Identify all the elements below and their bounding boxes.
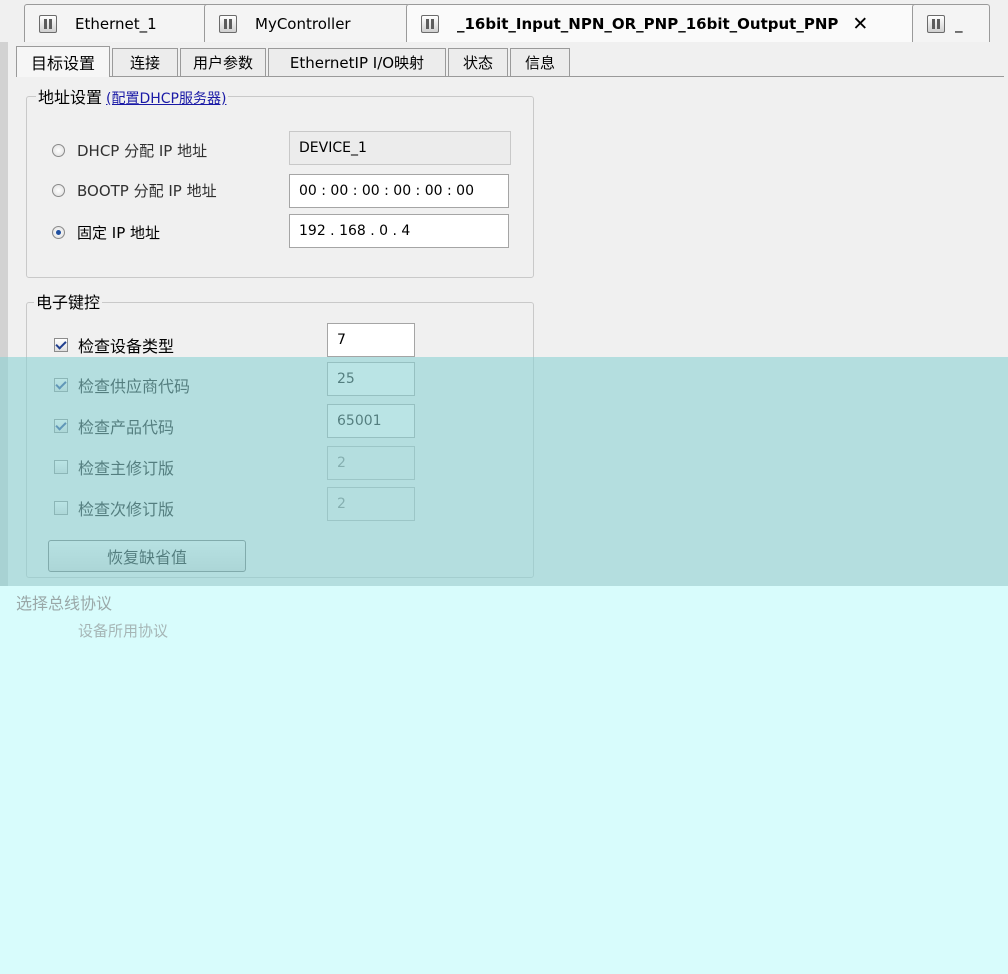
radio-button[interactable] bbox=[52, 184, 65, 197]
check-vendor-code[interactable]: 检查供应商代码 bbox=[54, 373, 190, 397]
vendor-code-field[interactable]: 25 bbox=[327, 362, 415, 396]
highlight-overlay-bottom bbox=[0, 586, 1008, 974]
radio-static-ip[interactable]: 固定 IP 地址 bbox=[52, 222, 160, 243]
device-module-icon bbox=[421, 14, 439, 33]
checkbox-checked[interactable] bbox=[54, 419, 68, 433]
static-ip-field[interactable]: 192 . 168 . 0 . 4 bbox=[289, 214, 509, 248]
tab-ethernetip-io-mapping[interactable]: EthernetIP I/O映射 bbox=[268, 48, 446, 76]
minor-revision-field: 2 bbox=[327, 487, 415, 521]
document-tab-bar: Ethernet_1 MyController _16bit_Input_NPN… bbox=[0, 0, 1008, 42]
check-label: 检查产品代码 bbox=[78, 418, 175, 437]
tab-target-settings[interactable]: 目标设置 bbox=[16, 46, 110, 77]
group-title-text: 地址设置 bbox=[38, 88, 103, 107]
dhcp-name-field[interactable]: DEVICE_1 bbox=[289, 131, 511, 165]
checkbox-checked[interactable] bbox=[54, 338, 68, 352]
radio-bootp[interactable]: BOOTP 分配 IP 地址 bbox=[52, 180, 217, 201]
checkbox-unchecked[interactable] bbox=[54, 501, 68, 515]
radio-dhcp[interactable]: DHCP 分配 IP 地址 bbox=[52, 140, 207, 161]
check-label: 检查主修订版 bbox=[78, 459, 175, 478]
check-label: 检查供应商代码 bbox=[78, 377, 191, 396]
tab-status[interactable]: 状态 bbox=[448, 48, 508, 76]
major-revision-field: 2 bbox=[327, 446, 415, 480]
doc-tab-16bit-io-module[interactable]: _16bit_Input_NPN_OR_PNP_16bit_Output_PNP… bbox=[406, 4, 920, 42]
check-minor-revision[interactable]: 检查次修订版 bbox=[54, 496, 174, 520]
close-icon[interactable]: ✕ bbox=[852, 13, 868, 35]
configure-dhcp-server-link[interactable]: (配置DHCP服务器) bbox=[106, 91, 226, 107]
device-module-icon bbox=[39, 14, 57, 33]
doc-tab-ethernet-1[interactable]: Ethernet_1 bbox=[24, 4, 210, 42]
address-settings-title: 地址设置 (配置DHCP服务器) bbox=[36, 84, 229, 108]
doc-tab-overflow[interactable]: _ bbox=[912, 4, 990, 42]
radio-button-selected[interactable] bbox=[52, 226, 65, 239]
check-device-type[interactable]: 检查设备类型 bbox=[54, 333, 174, 357]
doc-tab-label: _ bbox=[955, 14, 963, 33]
device-module-icon bbox=[927, 14, 945, 33]
device-type-field[interactable]: 7 bbox=[327, 323, 415, 357]
electronic-keying-title: 电子键控 bbox=[34, 289, 103, 313]
bootp-mac-field[interactable]: 00 : 00 : 00 : 00 : 00 : 00 bbox=[289, 174, 509, 208]
tab-connection[interactable]: 连接 bbox=[112, 48, 178, 76]
tab-user-parameters[interactable]: 用户参数 bbox=[180, 48, 266, 76]
radio-label: BOOTP 分配 IP 地址 bbox=[77, 182, 217, 200]
check-product-code[interactable]: 检查产品代码 bbox=[54, 414, 174, 438]
bus-protocol-title: 选择总线协议 bbox=[16, 594, 113, 613]
property-page-tabs: 目标设置 连接 用户参数 EthernetIP I/O映射 状态 信息 bbox=[16, 46, 1004, 77]
product-code-field[interactable]: 65001 bbox=[327, 404, 415, 438]
radio-label: DHCP 分配 IP 地址 bbox=[77, 142, 208, 160]
doc-tab-mycontroller[interactable]: MyController bbox=[204, 4, 410, 42]
checkbox-unchecked[interactable] bbox=[54, 460, 68, 474]
check-label: 检查次修订版 bbox=[78, 500, 175, 519]
doc-tab-label: MyController bbox=[255, 14, 351, 33]
check-label: 检查设备类型 bbox=[78, 337, 175, 356]
radio-label: 固定 IP 地址 bbox=[77, 224, 161, 242]
radio-button[interactable] bbox=[52, 144, 65, 157]
device-module-icon bbox=[219, 14, 237, 33]
doc-tab-label: Ethernet_1 bbox=[75, 14, 157, 33]
checkbox-checked[interactable] bbox=[54, 378, 68, 392]
restore-defaults-button[interactable]: 恢复缺省值 bbox=[48, 540, 246, 572]
doc-tab-label: _16bit_Input_NPN_OR_PNP_16bit_Output_PNP bbox=[457, 14, 839, 33]
check-major-revision[interactable]: 检查主修订版 bbox=[54, 455, 174, 479]
tab-info[interactable]: 信息 bbox=[510, 48, 570, 76]
device-protocol-label: 设备所用协议 bbox=[78, 622, 169, 640]
